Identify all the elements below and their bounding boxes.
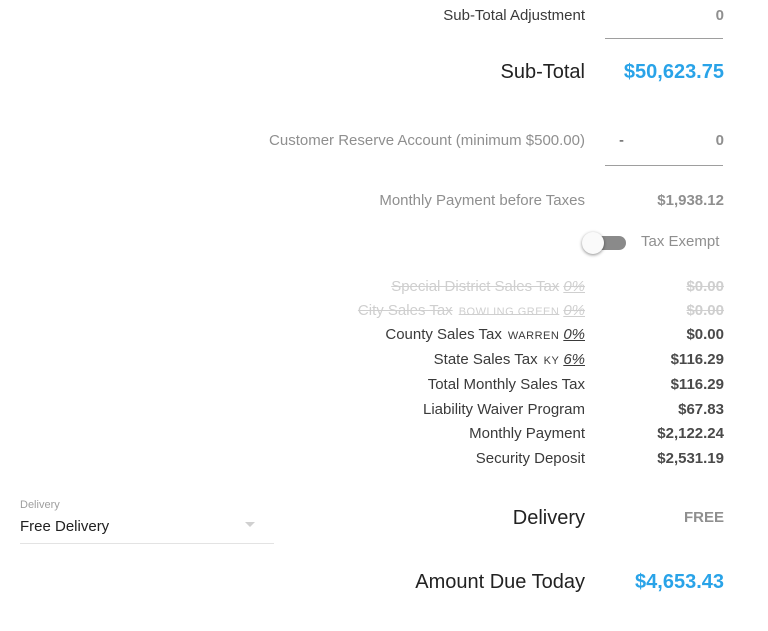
amount-due-label: Amount Due Today bbox=[415, 571, 585, 593]
state-tax-label: State Sales Tax KY 6% bbox=[433, 351, 585, 368]
reserve-input[interactable]: 0 bbox=[716, 132, 724, 149]
monthly-before-taxes-value: $1,938.12 bbox=[657, 192, 724, 209]
toggle-knob[interactable] bbox=[582, 232, 604, 254]
delivery-select-value[interactable]: Free Delivery bbox=[20, 518, 109, 535]
special-district-tax-value: $0.00 bbox=[686, 278, 724, 295]
delivery-value: FREE bbox=[683, 509, 724, 526]
special-district-tax-rate[interactable]: 0% bbox=[563, 278, 585, 295]
city-tax-rate[interactable]: 0% bbox=[563, 302, 585, 319]
monthly-payment-label: Monthly Payment bbox=[469, 425, 585, 442]
tax-exempt-label: Tax Exempt bbox=[641, 233, 720, 250]
reserve-underline bbox=[605, 165, 723, 166]
liability-waiver-label: Liability Waiver Program bbox=[423, 401, 585, 418]
monthly-before-taxes-label: Monthly Payment before Taxes bbox=[379, 192, 585, 209]
delivery-label: Delivery bbox=[512, 507, 585, 529]
delivery-select-underline bbox=[20, 543, 274, 544]
security-deposit-label: Security Deposit bbox=[475, 450, 585, 467]
total-monthly-sales-tax-label: Total Monthly Sales Tax bbox=[427, 376, 585, 393]
county-tax-rate[interactable]: 0% bbox=[563, 326, 585, 343]
city-tax-value: $0.00 bbox=[686, 302, 724, 319]
subtotal-adjustment-underline bbox=[605, 38, 723, 39]
subtotal-adjustment-label: Sub-Total Adjustment bbox=[443, 7, 585, 24]
monthly-payment-value: $2,122.24 bbox=[657, 425, 724, 442]
state-tax-value: $116.29 bbox=[670, 351, 724, 368]
reserve-prefix: - bbox=[619, 132, 624, 149]
security-deposit-value: $2,531.19 bbox=[657, 450, 724, 467]
state-tax-rate[interactable]: 6% bbox=[563, 351, 585, 368]
subtotal-adjustment-input[interactable]: 0 bbox=[716, 7, 724, 24]
special-district-tax-label: Special District Sales Tax 0% bbox=[391, 278, 585, 295]
county-tax-label: County Sales Tax WARREN 0% bbox=[385, 326, 585, 343]
amount-due-value: $4,653.43 bbox=[635, 571, 724, 593]
total-monthly-sales-tax-value: $116.29 bbox=[670, 376, 724, 393]
subtotal-label: Sub-Total bbox=[500, 61, 586, 83]
reserve-label: Customer Reserve Account (minimum $500.0… bbox=[269, 132, 585, 149]
subtotal-value: $50,623.75 bbox=[623, 61, 724, 83]
city-tax-label: City Sales Tax BOWLING GREEN 0% bbox=[357, 302, 585, 319]
chevron-down-icon[interactable] bbox=[245, 522, 255, 528]
county-tax-value: $0.00 bbox=[686, 326, 724, 343]
delivery-select-label: Delivery bbox=[20, 499, 60, 511]
liability-waiver-value: $67.83 bbox=[678, 401, 724, 418]
